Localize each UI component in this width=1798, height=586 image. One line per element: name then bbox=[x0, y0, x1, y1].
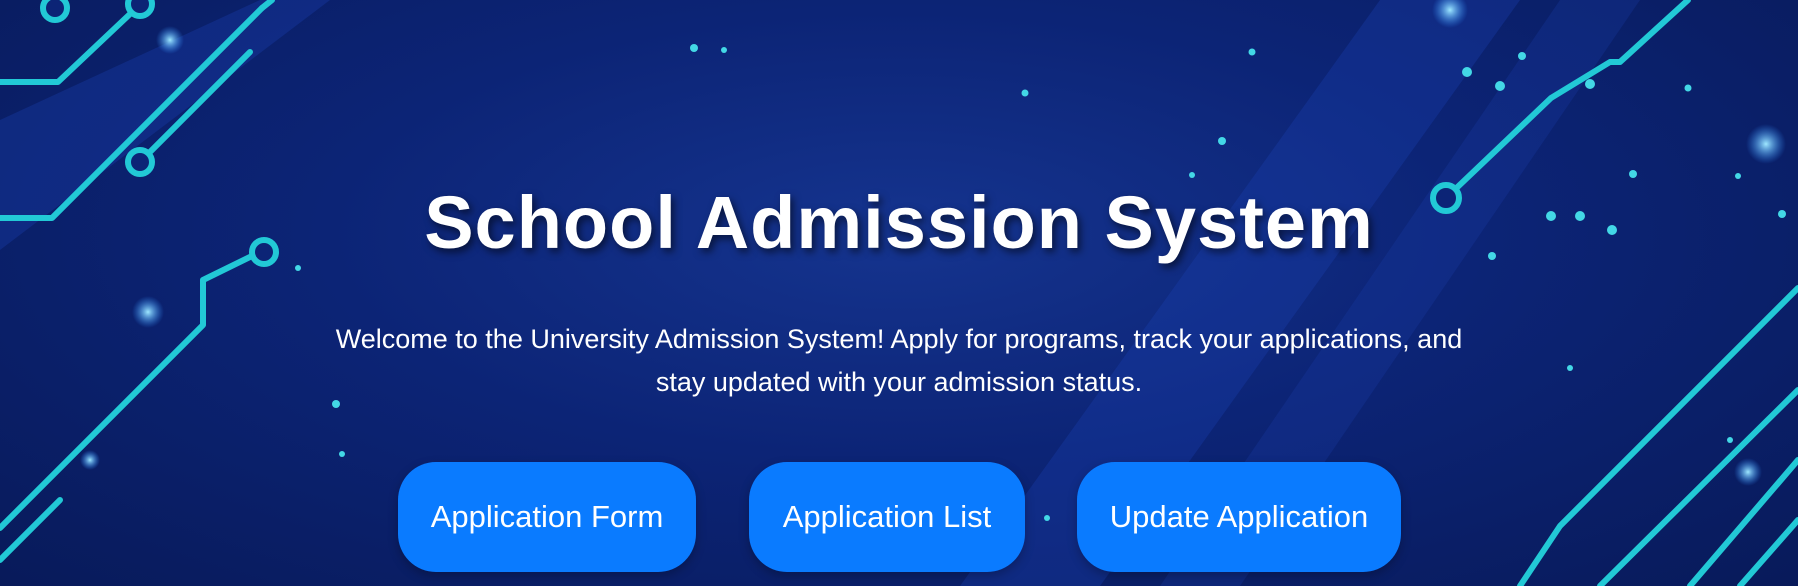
page-title: School Admission System bbox=[424, 181, 1374, 264]
application-list-button[interactable]: Application List bbox=[749, 462, 1025, 572]
hero-content: School Admission System Welcome to the U… bbox=[0, 0, 1798, 586]
welcome-message: Welcome to the University Admission Syst… bbox=[335, 324, 1463, 397]
application-form-button[interactable]: Application Form bbox=[398, 462, 696, 572]
update-application-button[interactable]: Update Application bbox=[1077, 462, 1401, 572]
hero-section: School Admission System Welcome to the U… bbox=[0, 0, 1798, 586]
